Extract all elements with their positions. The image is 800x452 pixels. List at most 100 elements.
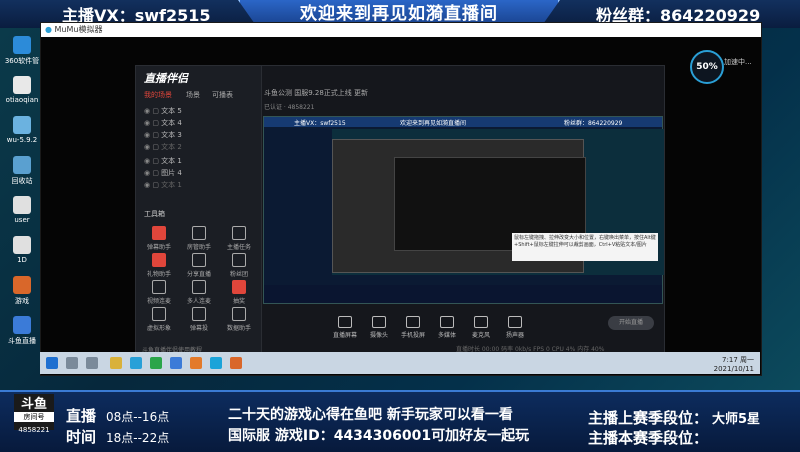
tool-label: 抽奖: [232, 298, 245, 305]
preview-bottom-banner: [264, 285, 662, 303]
streaming-sidebar: 直播伴侣 我的场景 场景 可播表 文本 5 文本 4 文本 3 文本 2 文本 …: [136, 66, 262, 357]
toolbar-button[interactable]: 直播屏幕: [328, 316, 362, 339]
toolbar-label: 直播屏幕: [332, 332, 357, 339]
preview-banner-right: 粉丝群：864220929: [564, 120, 623, 127]
live-label: 直播: [66, 407, 97, 425]
tool-label: 分享直播: [186, 271, 211, 278]
toolbox-item[interactable]: 弹幕助手: [142, 226, 176, 251]
desktop-app-icon: [13, 316, 31, 334]
tool-icon: [192, 253, 206, 267]
tool-label: 多人连麦: [186, 298, 211, 305]
preview-tooltip: 鼠标左键拖拽、拉伸改变大小和位置，右键唤出菜单，按住Alt键+Shift+鼠标左…: [512, 233, 658, 261]
taskbar: 7:17 周一 2021/10/11: [40, 352, 760, 374]
source-item[interactable]: 文本 4: [144, 118, 182, 128]
edge-icon[interactable]: [130, 357, 142, 369]
app-icon[interactable]: [190, 357, 202, 369]
douyu-icon[interactable]: [230, 357, 242, 369]
emulator-title: MuMu模拟器: [54, 25, 103, 34]
task-view-icon[interactable]: [86, 357, 98, 369]
desktop-icon[interactable]: 1D: [2, 236, 42, 264]
tool-label: 视频连麦: [146, 298, 171, 305]
stream-title: 斗鱼公测 国服9.28正式上线 更新: [264, 89, 369, 97]
emulator-titlebar[interactable]: ● MuMu模拟器: [41, 23, 761, 37]
search-icon[interactable]: [66, 357, 78, 369]
tool-label: 粉丝团: [229, 271, 248, 278]
tool-icon: [152, 253, 166, 267]
toolbar-button[interactable]: 手机投屏: [396, 316, 430, 339]
toolbar-icon: [440, 316, 454, 328]
toolbox-item[interactable]: 多人连麦: [182, 280, 216, 305]
toolbar-icon: [474, 316, 488, 328]
toolbar-label: 扬声器: [505, 332, 524, 339]
tool-icon: [192, 307, 206, 321]
toolbox-item[interactable]: 粉丝团: [222, 253, 256, 278]
toolbox-item[interactable]: 抽奖: [222, 280, 256, 305]
speed-gauge[interactable]: 50%: [690, 50, 724, 84]
mumu-icon[interactable]: [210, 357, 222, 369]
toolbar-icon: [508, 316, 522, 328]
tab-my-scene[interactable]: 我的场景: [144, 90, 172, 100]
store-icon[interactable]: [150, 357, 162, 369]
desktop-icon[interactable]: 回收站: [2, 156, 42, 186]
desktop-icon-label: 斗鱼直播: [8, 337, 36, 345]
tool-icon: [232, 253, 246, 267]
toolbar-button[interactable]: 摄像头: [362, 316, 396, 339]
source-item[interactable]: 文本 1: [144, 156, 182, 166]
toolbox-item[interactable]: 礼物助手: [142, 253, 176, 278]
toolbox-item[interactable]: 房管助手: [182, 226, 216, 251]
taskbar-clock[interactable]: 7:17 周一 2021/10/11: [714, 355, 754, 373]
rank-value-last: 大师5星: [712, 412, 761, 427]
tool-icon: [192, 280, 206, 294]
desktop-icon-label: user: [14, 216, 30, 224]
stream-subtitle: 已认证 · 4858221: [264, 104, 315, 111]
toolbox-item[interactable]: 分享直播: [182, 253, 216, 278]
emulator-logo-icon: ●: [45, 25, 52, 34]
desktop-app-icon: [13, 196, 31, 214]
desktop-icon[interactable]: wu-5.9.2: [2, 116, 42, 144]
desktop-icon[interactable]: otiaoqian: [2, 76, 42, 104]
preview-banner: 主播VX：swf2515 欢迎来到再见如漪直播间 粉丝群：864220929: [264, 117, 662, 127]
tab-schedule[interactable]: 可播表: [212, 90, 233, 100]
toolbox-item[interactable]: 弹幕投: [182, 307, 216, 332]
desktop-icon-label: 回收站: [11, 177, 33, 185]
source-item[interactable]: 文本 1: [144, 180, 182, 190]
desktop-icon-label: 360软件管: [4, 57, 40, 65]
go-live-button[interactable]: 开始直播: [608, 316, 654, 330]
toolbar-button[interactable]: 麦克风: [464, 316, 498, 339]
tab-scene[interactable]: 场景: [186, 90, 200, 100]
desktop-app-icon: [13, 116, 31, 134]
time-label: 时间: [66, 428, 97, 446]
source-item[interactable]: 文本 5: [144, 106, 182, 116]
start-icon[interactable]: [46, 357, 58, 369]
desktop-app-icon: [13, 156, 31, 174]
clock-time: 7:17 周一: [722, 356, 754, 364]
mail-icon[interactable]: [170, 357, 182, 369]
file-explorer-icon[interactable]: [110, 357, 122, 369]
toolbox-item[interactable]: 主播任务: [222, 226, 256, 251]
streaming-logo: 直播伴侣: [144, 72, 188, 85]
source-item[interactable]: 图片 4: [144, 168, 182, 178]
desktop-icon[interactable]: 斗鱼直播: [2, 316, 42, 346]
room-id: 4858221: [18, 426, 50, 434]
time-value: 18点--22点: [106, 431, 170, 445]
toolbar-icon: [406, 316, 420, 328]
tool-icon: [152, 280, 166, 294]
desktop-icon[interactable]: 游戏: [2, 276, 42, 306]
preview-banner-left: 主播VX：swf2515: [294, 120, 346, 127]
toolbar-button[interactable]: 扬声器: [498, 316, 532, 339]
live-time: 08点--16点: [106, 410, 170, 424]
toolbox-item[interactable]: 虚拟形象: [142, 307, 176, 332]
rank-label-current: 主播本赛季段位：: [588, 429, 709, 447]
desktop-icon[interactable]: user: [2, 196, 42, 224]
desktop-icon[interactable]: 360软件管: [2, 36, 42, 66]
source-item[interactable]: 文本 3: [144, 130, 182, 140]
toolbar-button[interactable]: 多媒体: [430, 316, 464, 339]
tool-label: 礼物助手: [146, 271, 171, 278]
desktop-app-icon: [13, 36, 31, 54]
tool-label: 虚拟形象: [146, 325, 171, 332]
toolbox-item[interactable]: 视频连麦: [142, 280, 176, 305]
source-item[interactable]: 文本 2: [144, 142, 182, 152]
stream-preview[interactable]: 主播VX：swf2515 欢迎来到再见如漪直播间 粉丝群：864220929 鼠…: [263, 116, 664, 304]
toolbox-item[interactable]: 数据助手: [222, 307, 256, 332]
desktop-app-icon: [13, 76, 31, 94]
